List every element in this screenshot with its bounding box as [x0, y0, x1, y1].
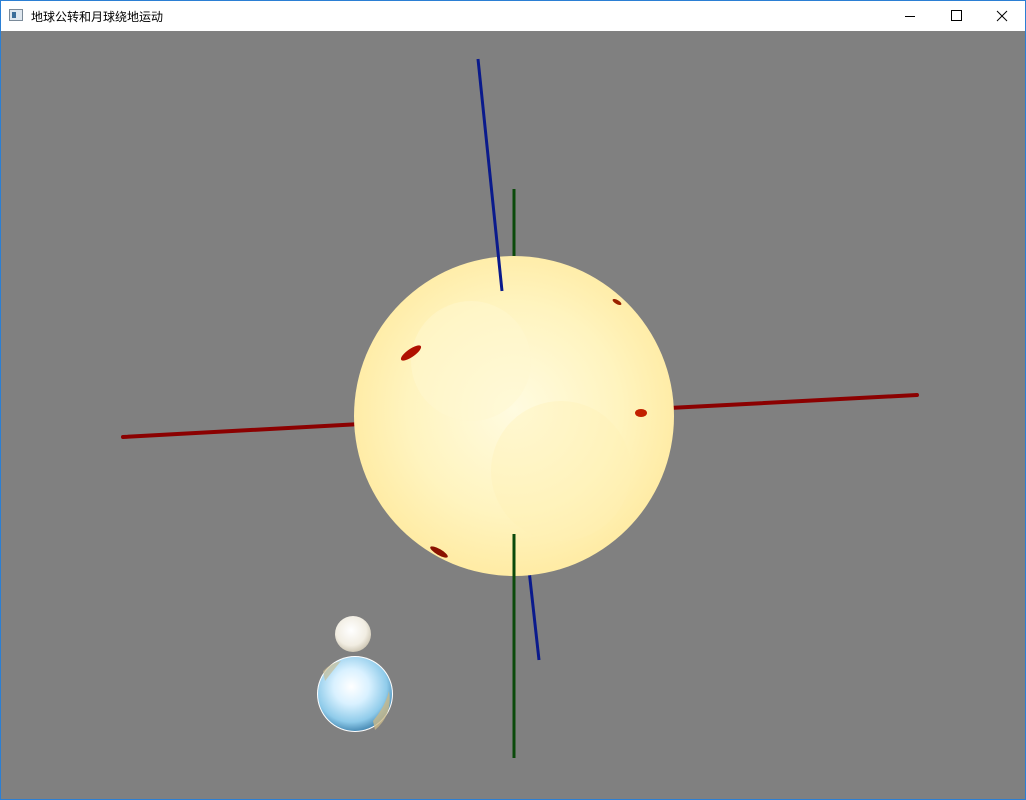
x-axis-right	[667, 393, 919, 410]
z-axis-upper	[476, 58, 504, 292]
minimize-icon	[905, 16, 915, 17]
opengl-viewport[interactable]	[1, 31, 1025, 799]
x-axis-left	[121, 422, 363, 439]
app-window: 地球公转和月球绕地运动	[0, 0, 1026, 800]
scene-canvas	[121, 58, 919, 758]
maximize-icon	[951, 10, 962, 21]
application-window-icon	[9, 9, 23, 21]
title-bar[interactable]: 地球公转和月球绕地运动	[1, 1, 1025, 31]
close-icon	[996, 10, 1008, 22]
window-title: 地球公转和月球绕地运动	[31, 10, 164, 24]
moon	[335, 616, 371, 652]
minimize-button[interactable]	[887, 1, 933, 31]
z-axis-lower	[526, 560, 541, 661]
close-button[interactable]	[979, 1, 1025, 31]
sun	[354, 256, 674, 576]
earth	[317, 656, 393, 732]
maximize-button[interactable]	[933, 1, 979, 31]
